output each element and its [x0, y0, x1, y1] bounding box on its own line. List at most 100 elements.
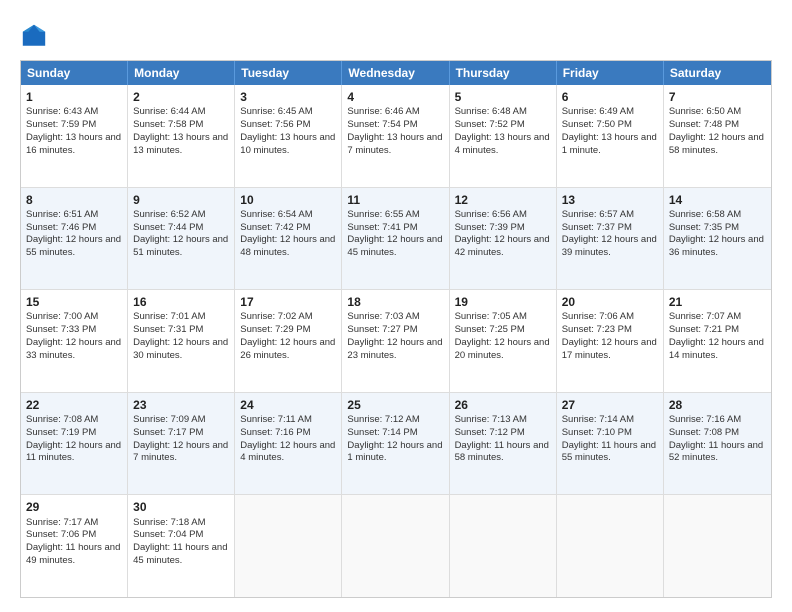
calendar-week-2: 8Sunrise: 6:51 AMSunset: 7:46 PMDaylight… — [21, 187, 771, 290]
sunrise: Sunrise: 6:45 AM — [240, 106, 312, 117]
day-number: 3 — [240, 89, 336, 105]
sunset: Sunset: 7:52 PM — [455, 119, 525, 130]
day-number: 26 — [455, 397, 551, 413]
daylight: Daylight: 12 hours and 51 minutes. — [133, 234, 228, 258]
daylight: Daylight: 11 hours and 49 minutes. — [26, 542, 120, 566]
day-number: 14 — [669, 192, 766, 208]
day-cell-1: 1Sunrise: 6:43 AMSunset: 7:59 PMDaylight… — [21, 85, 128, 187]
daylight: Daylight: 12 hours and 23 minutes. — [347, 337, 442, 361]
day-number: 20 — [562, 294, 658, 310]
sunset: Sunset: 7:14 PM — [347, 427, 417, 438]
day-cell-13: 13Sunrise: 6:57 AMSunset: 7:37 PMDayligh… — [557, 188, 664, 290]
sunset: Sunset: 7:21 PM — [669, 324, 739, 335]
day-cell-28: 28Sunrise: 7:16 AMSunset: 7:08 PMDayligh… — [664, 393, 771, 495]
day-number: 12 — [455, 192, 551, 208]
day-number: 1 — [26, 89, 122, 105]
day-number: 15 — [26, 294, 122, 310]
logo-icon — [20, 22, 48, 50]
daylight: Daylight: 12 hours and 45 minutes. — [347, 234, 442, 258]
sunrise: Sunrise: 6:48 AM — [455, 106, 527, 117]
day-cell-6: 6Sunrise: 6:49 AMSunset: 7:50 PMDaylight… — [557, 85, 664, 187]
day-cell-30: 30Sunrise: 7:18 AMSunset: 7:04 PMDayligh… — [128, 495, 235, 597]
day-cell-18: 18Sunrise: 7:03 AM Sunset: 7:27 PM Dayligh… — [342, 290, 449, 392]
empty-cell — [664, 495, 771, 597]
sunset: Sunset: 7:10 PM — [562, 427, 632, 438]
day-cell-12: 12Sunrise: 6:56 AMSunset: 7:39 PMDayligh… — [450, 188, 557, 290]
day-cell-10: 10Sunrise: 6:54 AMSunset: 7:42 PMDayligh… — [235, 188, 342, 290]
sunrise: Sunrise: 6:44 AM — [133, 106, 205, 117]
sunset: Sunset: 7:12 PM — [455, 427, 525, 438]
logo — [20, 22, 52, 50]
sunrise: Sunrise: 6:49 AM — [562, 106, 634, 117]
daylight: Daylight: 13 hours and 13 minutes. — [133, 132, 228, 156]
daylight: Daylight: 11 hours and 58 minutes. — [455, 440, 549, 464]
day-cell-21: 21Sunrise: 7:07 AMSunset: 7:21 PMDayligh… — [664, 290, 771, 392]
daylight: Daylight: 12 hours and 30 minutes. — [133, 337, 228, 361]
day-cell-7: 7Sunrise: 6:50 AMSunset: 7:48 PMDaylight… — [664, 85, 771, 187]
sunset: Sunset: 7:39 PM — [455, 222, 525, 233]
sunset: Sunset: 7:58 PM — [133, 119, 203, 130]
day-number: 25 — [347, 397, 443, 413]
daylight: Daylight: 11 hours and 55 minutes. — [562, 440, 656, 464]
daylight: Daylight: 12 hours and 33 minutes. — [26, 337, 121, 361]
empty-cell — [450, 495, 557, 597]
day-cell-26: 26Sunrise: 7:13 AMSunset: 7:12 PMDayligh… — [450, 393, 557, 495]
day-number: 2 — [133, 89, 229, 105]
sunrise: Sunrise: 7:11 AM — [240, 414, 312, 425]
header — [20, 18, 772, 50]
empty-cell — [557, 495, 664, 597]
daylight: Daylight: 12 hours and 26 minutes. — [240, 337, 335, 361]
header-day-friday: Friday — [557, 61, 664, 85]
day-number: 16 — [133, 294, 229, 310]
daylight: Daylight: 12 hours and 48 minutes. — [240, 234, 335, 258]
sunset: Sunset: 7:08 PM — [669, 427, 739, 438]
day-cell-4: 4Sunrise: 6:46 AMSunset: 7:54 PMDaylight… — [342, 85, 449, 187]
sunrise: Sunrise: 7:17 AM — [26, 517, 98, 528]
sunset: Sunset: 7:27 PM — [347, 324, 417, 335]
sunrise: Sunrise: 6:58 AM — [669, 209, 741, 220]
daylight: Daylight: 12 hours and 58 minutes. — [669, 132, 764, 156]
daylight: Daylight: 13 hours and 7 minutes. — [347, 132, 442, 156]
sunset: Sunset: 7:44 PM — [133, 222, 203, 233]
day-number: 21 — [669, 294, 766, 310]
daylight: Daylight: 12 hours and 1 minute. — [347, 440, 442, 464]
daylight: Daylight: 12 hours and 7 minutes. — [133, 440, 228, 464]
daylight: Daylight: 13 hours and 16 minutes. — [26, 132, 121, 156]
sunrise: Sunrise: 7:06 AM — [562, 311, 634, 322]
day-cell-11: 11Sunrise: 6:55 AMSunset: 7:41 PMDayligh… — [342, 188, 449, 290]
day-number: 30 — [133, 499, 229, 515]
calendar: SundayMondayTuesdayWednesdayThursdayFrid… — [20, 60, 772, 598]
day-number: 18 — [347, 294, 443, 310]
daylight: Daylight: 13 hours and 4 minutes. — [455, 132, 550, 156]
day-cell-19: 19Sunrise: 7:05 AMSunset: 7:25 PMDayligh… — [450, 290, 557, 392]
sunrise: Sunrise: 7:07 AM — [669, 311, 741, 322]
sunrise: Sunrise: 7:14 AM — [562, 414, 634, 425]
sunset: Sunset: 7:06 PM — [26, 529, 96, 540]
day-number: 5 — [455, 89, 551, 105]
calendar-week-4: 22Sunrise: 7:08 AMSunset: 7:19 PMDayligh… — [21, 392, 771, 495]
daylight: Daylight: 12 hours and 42 minutes. — [455, 234, 550, 258]
sunset: Sunset: 7:17 PM — [133, 427, 203, 438]
day-cell-9: 9Sunrise: 6:52 AMSunset: 7:44 PMDaylight… — [128, 188, 235, 290]
sunrise: Sunrise: 7:18 AM — [133, 517, 205, 528]
daylight: Daylight: 12 hours and 17 minutes. — [562, 337, 657, 361]
daylight: Daylight: 13 hours and 1 minute. — [562, 132, 657, 156]
day-cell-23: 23Sunrise: 7:09 AMSunset: 7:17 PMDayligh… — [128, 393, 235, 495]
sunset: Sunset: 7:42 PM — [240, 222, 310, 233]
daylight: Daylight: 12 hours and 20 minutes. — [455, 337, 550, 361]
sunrise: Sunrise: 7:03 AM — [347, 311, 419, 322]
day-cell-15: 15Sunrise: 7:00 AMSunset: 7:33 PMDayligh… — [21, 290, 128, 392]
sunset: Sunset: 7:23 PM — [562, 324, 632, 335]
day-number: 24 — [240, 397, 336, 413]
daylight: Daylight: 11 hours and 52 minutes. — [669, 440, 763, 464]
daylight: Daylight: 13 hours and 10 minutes. — [240, 132, 335, 156]
day-number: 29 — [26, 499, 122, 515]
day-number: 6 — [562, 89, 658, 105]
daylight: Daylight: 11 hours and 45 minutes. — [133, 542, 227, 566]
sunset: Sunset: 7:56 PM — [240, 119, 310, 130]
header-day-monday: Monday — [128, 61, 235, 85]
page: SundayMondayTuesdayWednesdayThursdayFrid… — [0, 0, 792, 612]
sunset: Sunset: 7:25 PM — [455, 324, 525, 335]
day-number: 11 — [347, 192, 443, 208]
sunset: Sunset: 7:29 PM — [240, 324, 310, 335]
